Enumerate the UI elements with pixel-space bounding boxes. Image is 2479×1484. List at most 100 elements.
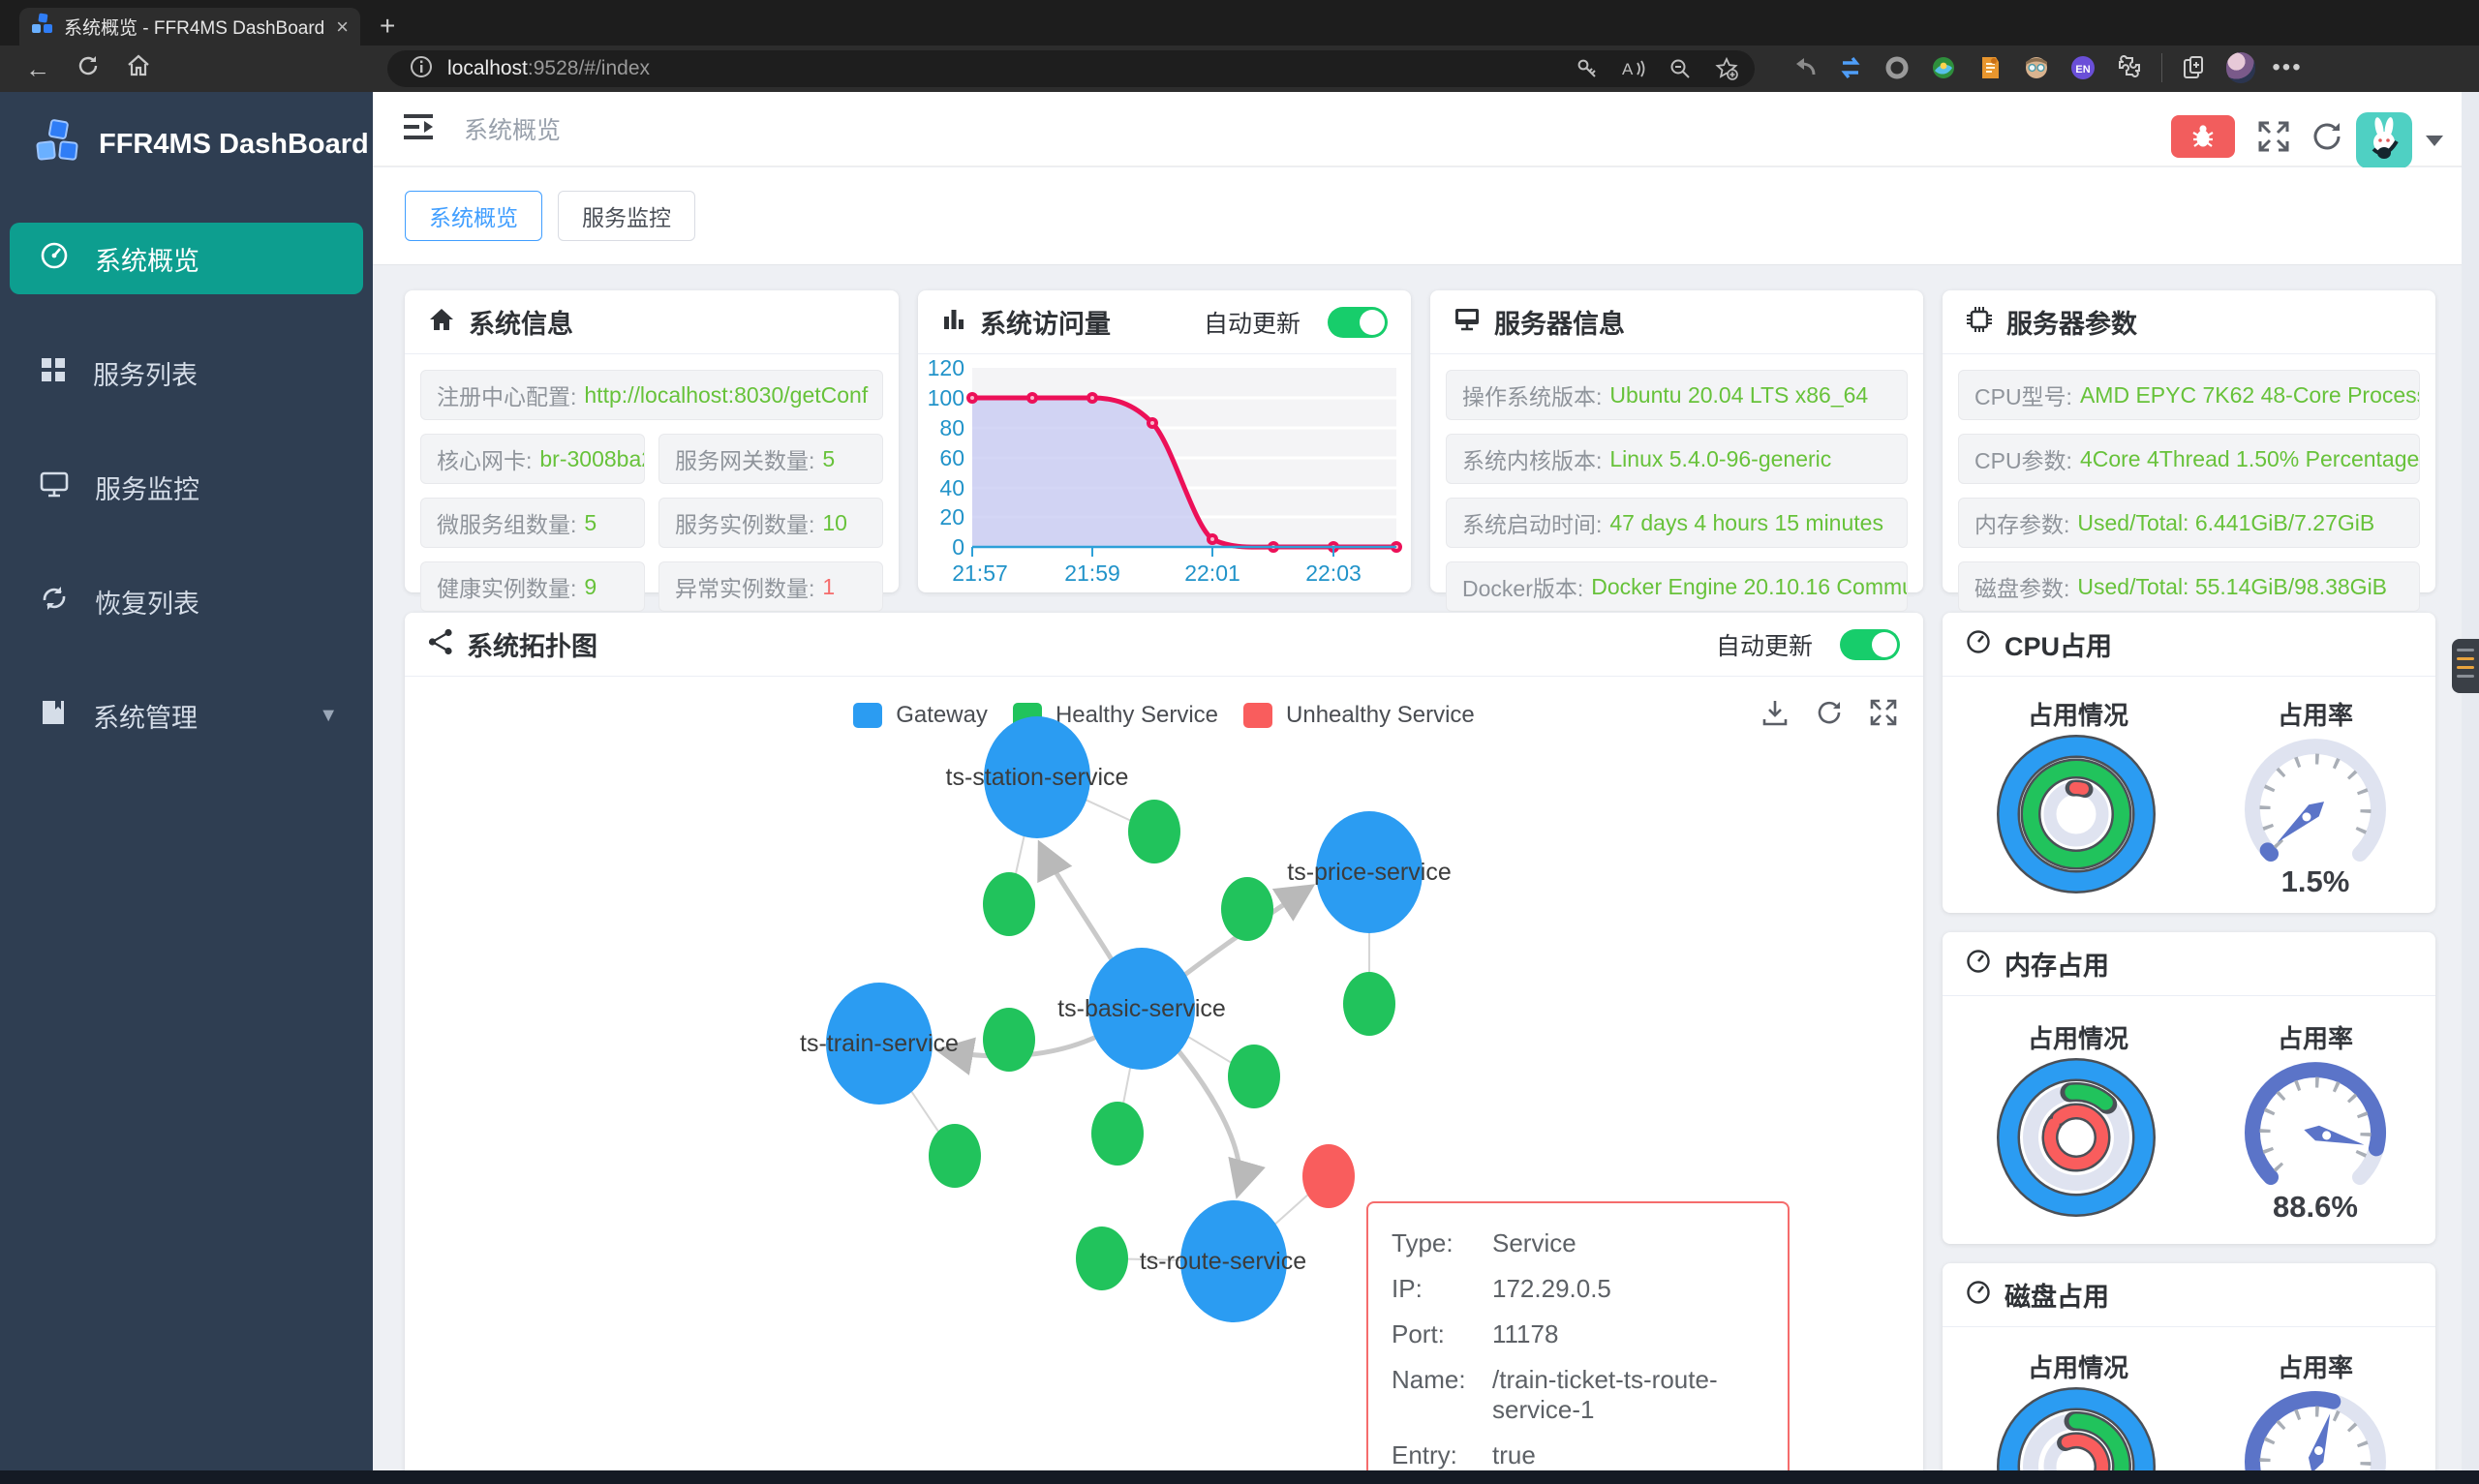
- info-row: 操作系统版本: Ubuntu 20.04 LTS x86_64: [1446, 370, 1908, 420]
- card-title: 系统拓扑图: [467, 632, 597, 661]
- tab-title: 系统概览 - FFR4MS DashBoard: [64, 18, 325, 39]
- info-row: 服务实例数量: 10: [658, 498, 883, 548]
- server-monitor-icon: [1454, 307, 1481, 337]
- traffic-area-chart: 120 100 80 60 40 20 0 21:57 21:59 22:01 …: [928, 355, 1402, 586]
- back-icon[interactable]: ←: [25, 54, 50, 84]
- collections-icon[interactable]: [2180, 53, 2209, 82]
- extensions-puzzle-icon[interactable]: [2115, 53, 2144, 82]
- info-row: 核心网卡:br-3008ba29defa: [420, 434, 645, 484]
- auto-update-switch[interactable]: [1328, 306, 1388, 338]
- chevron-down-icon: ▼: [319, 704, 338, 726]
- traffic-card: 系统访问量 自动更新 120 100 80 60 40 20 0 21:57 2…: [918, 290, 1411, 592]
- healthy-node[interactable]: [1091, 1102, 1144, 1166]
- healthy-node[interactable]: [1076, 1227, 1128, 1290]
- healthy-node[interactable]: [1221, 877, 1273, 941]
- extension-tab-cycle-icon[interactable]: [1836, 53, 1865, 82]
- sidebar-item-overview[interactable]: 系统概览: [10, 223, 363, 294]
- info-row: 系统启动时间: 47 days 4 hours 15 minutes: [1446, 498, 1908, 548]
- sidebar-item-label: 恢复列表: [95, 589, 199, 619]
- extension-avatar-face-icon[interactable]: [2022, 53, 2051, 82]
- server-params-card: 服务器参数 CPU型号: AMD EPYC 7K62 48-Core Proces…: [1943, 290, 2435, 612]
- site-info-icon[interactable]: [409, 54, 434, 84]
- svg-text:20: 20: [939, 504, 964, 530]
- node-label: ts-train-service: [800, 1030, 959, 1057]
- sidebar-item-recovery-list[interactable]: 恢复列表: [10, 565, 363, 637]
- extension-notebook-icon[interactable]: [1975, 53, 2005, 82]
- info-row: 磁盘参数: Used/Total: 55.14GiB/98.38GiB: [1958, 561, 2420, 612]
- info-row: 注册中心配置: http://localhost:8030/getConf: [420, 370, 883, 420]
- avatar-caret-icon[interactable]: [2426, 136, 2443, 146]
- card-title: CPU占用: [2005, 632, 2113, 661]
- svg-text:A: A: [1622, 60, 1634, 78]
- unhealthy-node[interactable]: [1302, 1144, 1355, 1208]
- system-info-card: 系统信息 注册中心配置: http://localhost:8030/getCon…: [405, 290, 899, 612]
- tab-service-monitor[interactable]: 服务监控: [558, 191, 695, 241]
- extension-idm-icon[interactable]: [1929, 53, 1958, 82]
- healthy-node[interactable]: [983, 1008, 1035, 1072]
- svg-text:60: 60: [939, 445, 964, 470]
- node-label: ts-basic-service: [1057, 995, 1226, 1022]
- card-title: 磁盘占用: [2005, 1283, 2109, 1312]
- tab-close-icon[interactable]: ×: [336, 15, 349, 38]
- extension-translate-icon[interactable]: EN: [2068, 53, 2097, 82]
- favorites-star-icon[interactable]: [1712, 54, 1741, 83]
- gauge-icon: [39, 240, 70, 278]
- svg-text:120: 120: [928, 358, 964, 380]
- healthy-node[interactable]: [929, 1124, 981, 1188]
- sidebar-item-system-admin[interactable]: 系统管理 ▼: [10, 680, 363, 751]
- collapse-menu-icon[interactable]: [402, 112, 435, 146]
- bar-chart-icon: [941, 307, 966, 337]
- password-key-icon[interactable]: [1573, 54, 1602, 83]
- browser-tab[interactable]: 系统概览 - FFR4MS DashBoard ×: [19, 8, 360, 45]
- sidebar-item-label: 系统概览: [95, 246, 199, 276]
- disk-card: 磁盘占用 占用情况 占用率: [1943, 1263, 2435, 1484]
- sidebar-item-service-list[interactable]: 服务列表: [10, 337, 363, 409]
- node-tooltip: Type: Service IP: 172.29.0.5 Port: 11178 Na…: [1366, 1201, 1790, 1484]
- sidebar: FFR4MS DashBoard 系统概览 服务列表 服务监控 恢复列表 系统管…: [0, 92, 373, 1471]
- card-title: 系统信息: [469, 310, 573, 339]
- svg-text:0: 0: [952, 534, 964, 560]
- share-network-icon: [428, 628, 453, 660]
- svg-text:EN: EN: [2075, 64, 2090, 76]
- extension-onetab-icon[interactable]: [1882, 53, 1912, 82]
- refresh-page-icon[interactable]: [2310, 119, 2344, 159]
- cpu-chip-icon: [1966, 306, 1993, 338]
- bug-report-button[interactable]: [2171, 115, 2235, 158]
- grid-icon: [39, 355, 68, 391]
- new-tab-button[interactable]: +: [380, 13, 395, 40]
- healthy-node[interactable]: [1343, 972, 1395, 1036]
- refresh-cycle-icon: [39, 584, 70, 620]
- browser-toolbar: ← localhost:9528/#/index A EN •••: [0, 45, 2479, 92]
- svg-text:22:01: 22:01: [1184, 560, 1240, 586]
- tab-overview[interactable]: 系统概览: [405, 191, 542, 241]
- home-icon[interactable]: [126, 53, 151, 85]
- page-scrollbar[interactable]: [2462, 92, 2479, 1470]
- topology-auto-update-switch[interactable]: [1840, 628, 1900, 660]
- info-row: CPU参数: 4Core 4Thread 1.50% Percentage: [1958, 434, 2420, 484]
- disk-gauge-chart: [2245, 1391, 2386, 1484]
- breadcrumb[interactable]: 系统概览: [464, 111, 561, 146]
- extension-undo-icon[interactable]: [1790, 53, 1819, 82]
- user-avatar[interactable]: [2356, 112, 2412, 168]
- disk-rings-chart: [1997, 1387, 2156, 1484]
- svg-text:100: 100: [928, 385, 964, 410]
- healthy-node[interactable]: [1228, 1045, 1280, 1108]
- zoom-out-icon[interactable]: [1666, 54, 1695, 83]
- browser-menu-icon[interactable]: •••: [2272, 53, 2302, 82]
- book-icon: [39, 698, 68, 734]
- address-bar[interactable]: localhost:9528/#/index A: [387, 50, 1755, 87]
- sidebar-item-service-monitor[interactable]: 服务监控: [10, 451, 363, 523]
- reload-icon[interactable]: [76, 53, 101, 85]
- svg-text:80: 80: [939, 415, 964, 440]
- profile-avatar[interactable]: [2226, 52, 2255, 83]
- auto-update-label: 自动更新: [1715, 632, 1813, 660]
- svg-text:21:59: 21:59: [1064, 560, 1120, 586]
- read-aloud-icon[interactable]: A: [1619, 54, 1648, 83]
- healthy-node[interactable]: [983, 872, 1035, 936]
- svg-text:22:03: 22:03: [1305, 560, 1362, 586]
- fullscreen-icon[interactable]: [2256, 119, 2291, 159]
- svg-text:21:57: 21:57: [952, 560, 1008, 586]
- card-title: 内存占用: [2005, 952, 2109, 981]
- edge-float-widget[interactable]: [2452, 639, 2479, 693]
- healthy-node[interactable]: [1128, 800, 1180, 863]
